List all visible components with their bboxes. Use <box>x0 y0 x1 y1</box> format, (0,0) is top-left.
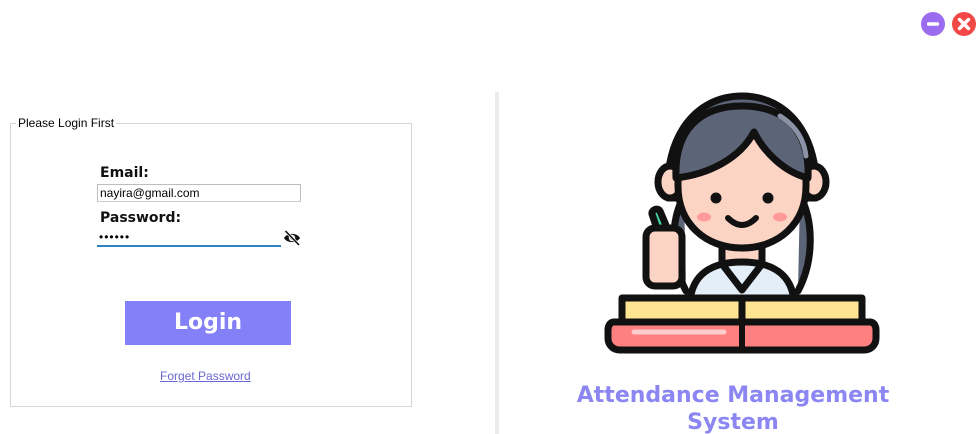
app-title-line2: System <box>687 410 779 434</box>
email-field[interactable] <box>97 184 301 202</box>
login-groupbox: Please Login First <box>10 116 412 407</box>
eye-slash-icon <box>284 229 301 247</box>
password-field[interactable] <box>97 229 281 247</box>
x-circle-icon <box>952 12 976 36</box>
close-button[interactable] <box>952 12 976 36</box>
login-button[interactable]: Login <box>125 301 291 345</box>
app-title: Attendance Management System <box>560 382 906 434</box>
app-title-line1: Attendance Management <box>576 383 890 408</box>
show-password-toggle[interactable] <box>283 229 301 247</box>
groupbox-title: Please Login First <box>16 116 117 131</box>
email-label: Email: <box>100 165 149 181</box>
login-window: Please Login First Email: Password: Logi… <box>0 0 976 434</box>
minimize-button[interactable] <box>921 12 945 36</box>
minus-circle-icon <box>921 12 945 36</box>
password-label: Password: <box>100 210 182 226</box>
girl-studying-with-book-icon <box>604 92 880 354</box>
panel-divider <box>495 92 499 434</box>
forget-password-link[interactable]: Forget Password <box>160 369 251 383</box>
